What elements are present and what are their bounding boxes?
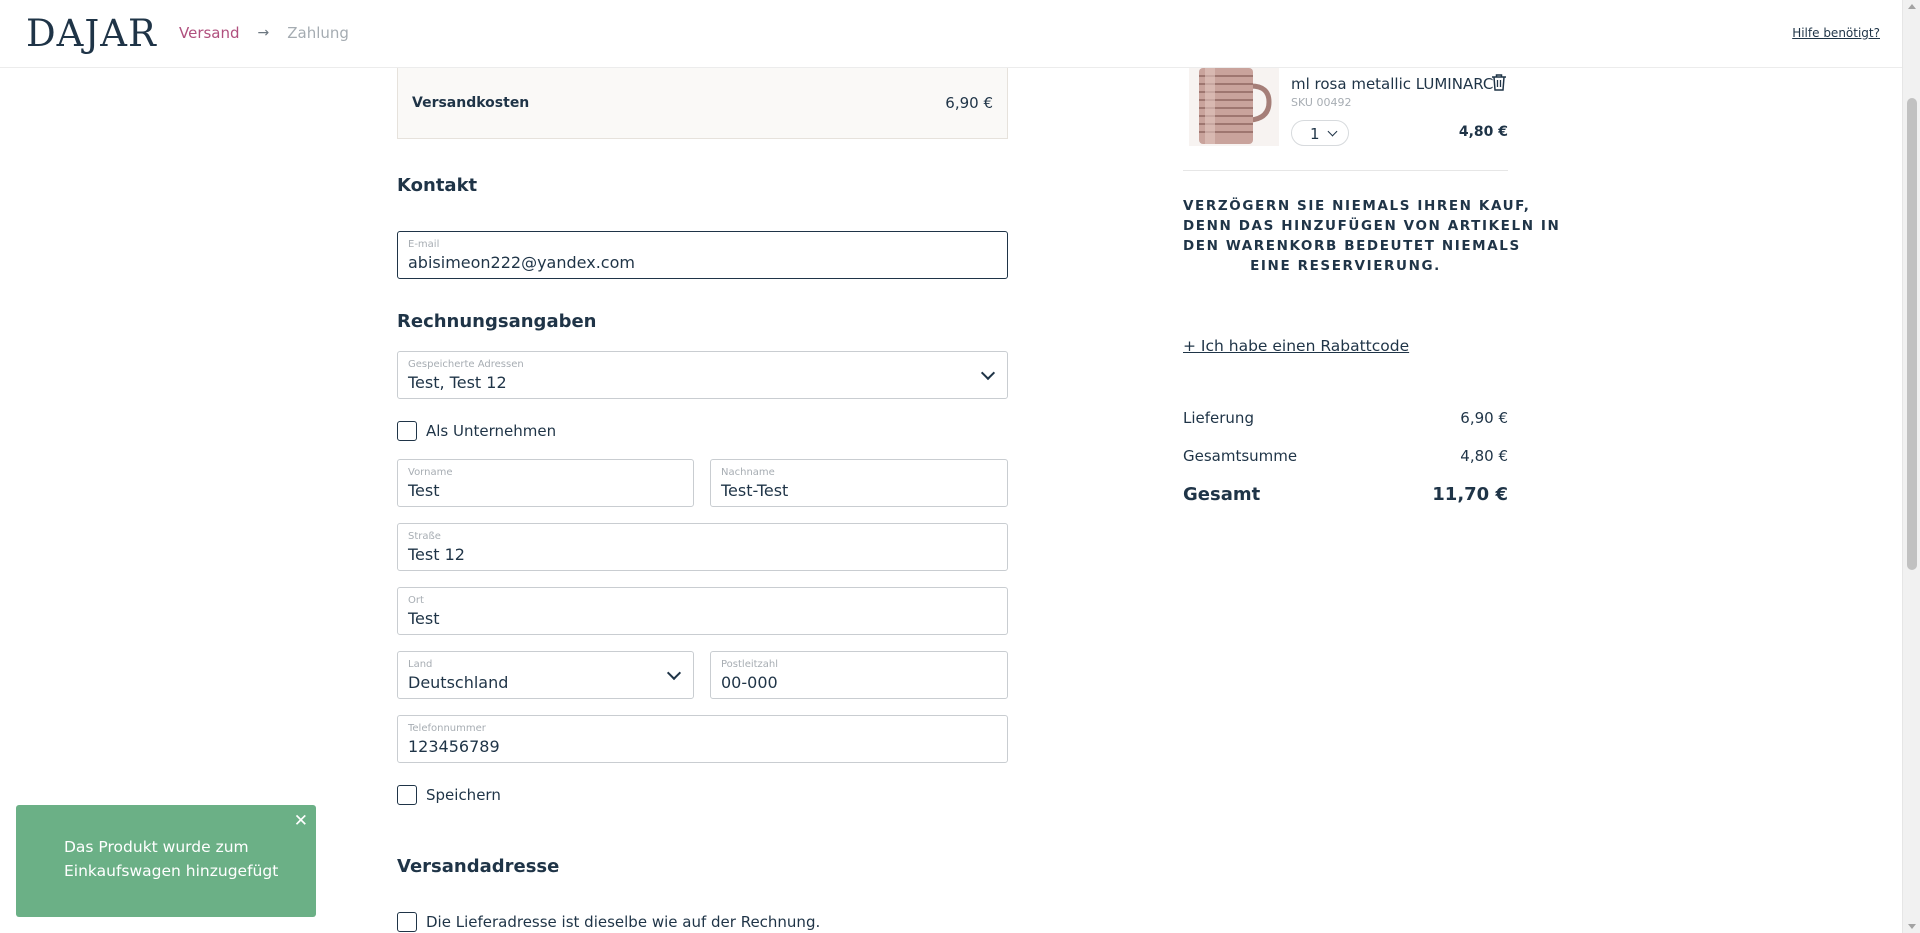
firstname-value[interactable]: Test	[408, 481, 440, 500]
scroll-up-arrow-icon[interactable]	[1908, 4, 1916, 9]
notice-line: VERZÖGERN SIE NIEMALS IHREN KAUF,	[1183, 198, 1531, 214]
saved-addresses-value: Test, Test 12	[408, 373, 507, 392]
subtotal-row: Gesamtsumme 4,80 €	[1183, 447, 1508, 465]
same-address-label: Die Lieferadresse ist dieselbe wie auf d…	[426, 913, 821, 931]
firstname-label: Vorname	[408, 467, 453, 478]
city-value[interactable]: Test	[408, 609, 440, 628]
trash-icon[interactable]	[1491, 73, 1507, 95]
total-value: 11,70 €	[1432, 484, 1508, 505]
scrollbar-thumb[interactable]	[1907, 98, 1917, 570]
product-price: 4,80 €	[1458, 124, 1508, 140]
street-value[interactable]: Test 12	[408, 545, 465, 564]
toast-message: Das Produkt wurde zum Einkaufswagen hinz…	[64, 838, 279, 880]
delivery-cost-row: Lieferung 6,90 €	[1183, 409, 1508, 427]
step-shipping[interactable]: Versand	[179, 24, 240, 42]
zip-field[interactable]: Postleitzahl 00-000	[710, 651, 1008, 699]
save-checkbox-row[interactable]: Speichern	[397, 785, 501, 805]
product-name[interactable]: ml rosa metallic LUMINARC	[1291, 75, 1493, 93]
chevron-down-icon	[980, 365, 996, 381]
chevron-down-icon	[1327, 126, 1338, 137]
checkout-steps: Versand → Zahlung	[179, 24, 349, 42]
lastname-field[interactable]: Nachname Test-Test	[710, 459, 1008, 507]
email-field-value[interactable]: abisimeon222@yandex.com	[408, 253, 635, 272]
product-image	[1189, 68, 1279, 146]
product-sku: SKU 00492	[1291, 96, 1352, 109]
shipping-costs-box: Versandkosten 6,90 €	[397, 68, 1008, 139]
toast-notification: ✕ Das Produkt wurde zum Einkaufswagen hi…	[16, 805, 316, 917]
notice-line: DEN WARENKORB BEDEUTET NIEMALS	[1183, 238, 1521, 254]
same-address-checkbox[interactable]	[397, 912, 417, 932]
saved-addresses-label: Gespeicherte Adressen	[408, 359, 524, 370]
delivery-cost-value: 6,90 €	[1460, 409, 1508, 427]
quantity-select[interactable]: 1	[1291, 120, 1349, 146]
delivery-title: Versandadresse	[397, 856, 560, 877]
company-checkbox-row[interactable]: Als Unternehmen	[397, 421, 556, 441]
chevron-down-icon	[666, 665, 682, 681]
city-field[interactable]: Ort Test	[397, 587, 1008, 635]
email-field[interactable]: E-mail abisimeon222@yandex.com	[397, 231, 1008, 279]
close-icon[interactable]: ✕	[294, 811, 308, 831]
total-row: Gesamt 11,70 €	[1183, 484, 1508, 505]
step-payment: Zahlung	[287, 24, 349, 42]
subtotal-label: Gesamtsumme	[1183, 447, 1298, 465]
email-field-label: E-mail	[408, 239, 440, 250]
shipping-costs-label: Versandkosten	[412, 95, 530, 111]
shipping-costs-value: 6,90 €	[945, 94, 993, 112]
billing-title: Rechnungsangaben	[397, 311, 597, 332]
subtotal-value: 4,80 €	[1460, 447, 1508, 465]
save-checkbox-label: Speichern	[426, 786, 501, 804]
zip-value[interactable]: 00-000	[721, 673, 778, 692]
quantity-value: 1	[1310, 125, 1320, 143]
city-label: Ort	[408, 595, 424, 606]
same-address-checkbox-row[interactable]: Die Lieferadresse ist dieselbe wie auf d…	[397, 912, 820, 932]
phone-value[interactable]: 123456789	[408, 737, 500, 756]
reservation-notice: VERZÖGERN SIE NIEMALS IHREN KAUF, DENN D…	[1183, 196, 1561, 276]
arrow-right-icon: →	[257, 25, 270, 41]
country-select[interactable]: Land Deutschland	[397, 651, 694, 699]
lastname-value[interactable]: Test-Test	[721, 481, 788, 500]
page-scrollbar[interactable]	[1902, 0, 1920, 933]
firstname-field[interactable]: Vorname Test	[397, 459, 694, 507]
divider	[1183, 170, 1508, 171]
notice-line: EINE RESERVIERUNG.	[1250, 258, 1441, 274]
lastname-label: Nachname	[721, 467, 775, 478]
help-link[interactable]: Hilfe benötigt?	[1792, 26, 1880, 40]
scroll-down-arrow-icon[interactable]	[1908, 924, 1916, 929]
zip-label: Postleitzahl	[721, 659, 779, 670]
total-label: Gesamt	[1183, 484, 1261, 505]
save-checkbox[interactable]	[397, 785, 417, 805]
street-label: Straße	[408, 531, 441, 542]
saved-addresses-select[interactable]: Gespeicherte Adressen Test, Test 12	[397, 351, 1008, 399]
notice-line: DENN DAS HINZUFÜGEN VON ARTIKELN IN	[1183, 218, 1561, 234]
street-field[interactable]: Straße Test 12	[397, 523, 1008, 571]
mug-image	[1189, 68, 1279, 146]
logo[interactable]: DAJAR	[26, 12, 157, 55]
country-value: Deutschland	[408, 673, 509, 692]
phone-label: Telefonnummer	[408, 723, 486, 734]
contact-title: Kontakt	[397, 175, 478, 196]
delivery-cost-label: Lieferung	[1183, 409, 1254, 427]
coupon-link[interactable]: + Ich habe einen Rabattcode	[1183, 337, 1409, 355]
country-label: Land	[408, 659, 433, 670]
header: DAJAR Versand → Zahlung Hilfe benötigt?	[0, 0, 1902, 68]
company-checkbox-label: Als Unternehmen	[426, 422, 557, 440]
phone-field[interactable]: Telefonnummer 123456789	[397, 715, 1008, 763]
company-checkbox[interactable]	[397, 421, 417, 441]
